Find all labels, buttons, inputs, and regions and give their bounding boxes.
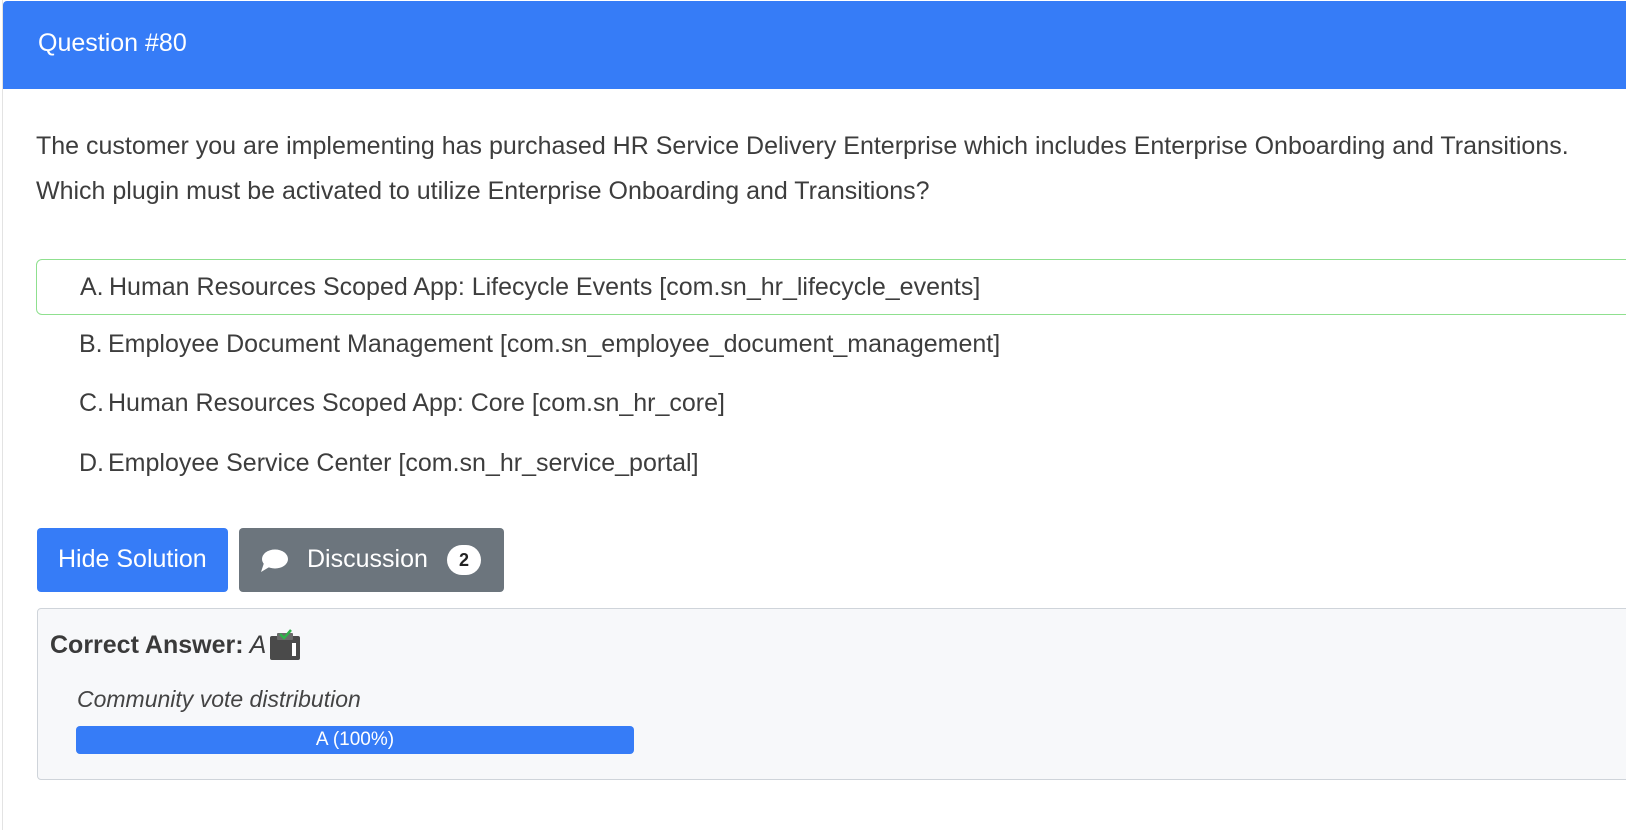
question-line: Which plugin must be activated to utiliz… bbox=[36, 177, 930, 205]
discussion-label: Discussion bbox=[307, 545, 428, 573]
vote-distribution-bar: A (100%) bbox=[76, 726, 634, 754]
hide-solution-button[interactable]: Hide Solution bbox=[37, 528, 228, 592]
discussion-count-badge: 2 bbox=[447, 545, 481, 575]
choice-text: Human Resources Scoped App: Lifecycle Ev… bbox=[109, 273, 981, 301]
question-header: Question #80 bbox=[3, 1, 1626, 89]
choice-text: Employee Document Management [com.sn_emp… bbox=[108, 330, 1001, 358]
choice-c[interactable]: C. Human Resources Scoped App: Core [com… bbox=[36, 376, 1626, 432]
vote-bar-a[interactable]: A (100%) bbox=[76, 726, 634, 754]
choice-text: Employee Service Center [com.sn_hr_servi… bbox=[108, 449, 699, 477]
vote-distribution-label: Community vote distribution bbox=[77, 686, 361, 712]
choice-b[interactable]: B. Employee Document Management [com.sn_… bbox=[36, 317, 1626, 373]
choice-d[interactable]: D. Employee Service Center [com.sn_hr_se… bbox=[36, 436, 1626, 492]
clipboard-check-icon[interactable] bbox=[269, 629, 301, 661]
correct-answer-value: A bbox=[249, 631, 267, 659]
choice-letter: C. bbox=[79, 389, 104, 417]
answer-panel: Correct Answer: A Community vote distribu… bbox=[37, 608, 1626, 780]
hide-solution-label: Hide Solution bbox=[58, 545, 207, 573]
choice-letter: B. bbox=[79, 330, 103, 358]
question-text: The customer you are implementing has pu… bbox=[36, 124, 1596, 214]
choice-a[interactable]: A. Human Resources Scoped App: Lifecycle… bbox=[36, 259, 1626, 315]
chat-bubble-icon bbox=[261, 549, 288, 572]
correct-answer: Correct Answer: A bbox=[50, 627, 266, 663]
question-line: The customer you are implementing has pu… bbox=[36, 132, 1569, 160]
question-title: Question #80 bbox=[38, 29, 187, 57]
choice-text: Human Resources Scoped App: Core [com.sn… bbox=[108, 389, 725, 417]
choice-letter: D. bbox=[79, 449, 104, 477]
correct-answer-label: Correct Answer: bbox=[50, 631, 244, 659]
discussion-button[interactable]: Discussion 2 bbox=[239, 528, 504, 592]
choice-letter: A. bbox=[80, 273, 104, 301]
